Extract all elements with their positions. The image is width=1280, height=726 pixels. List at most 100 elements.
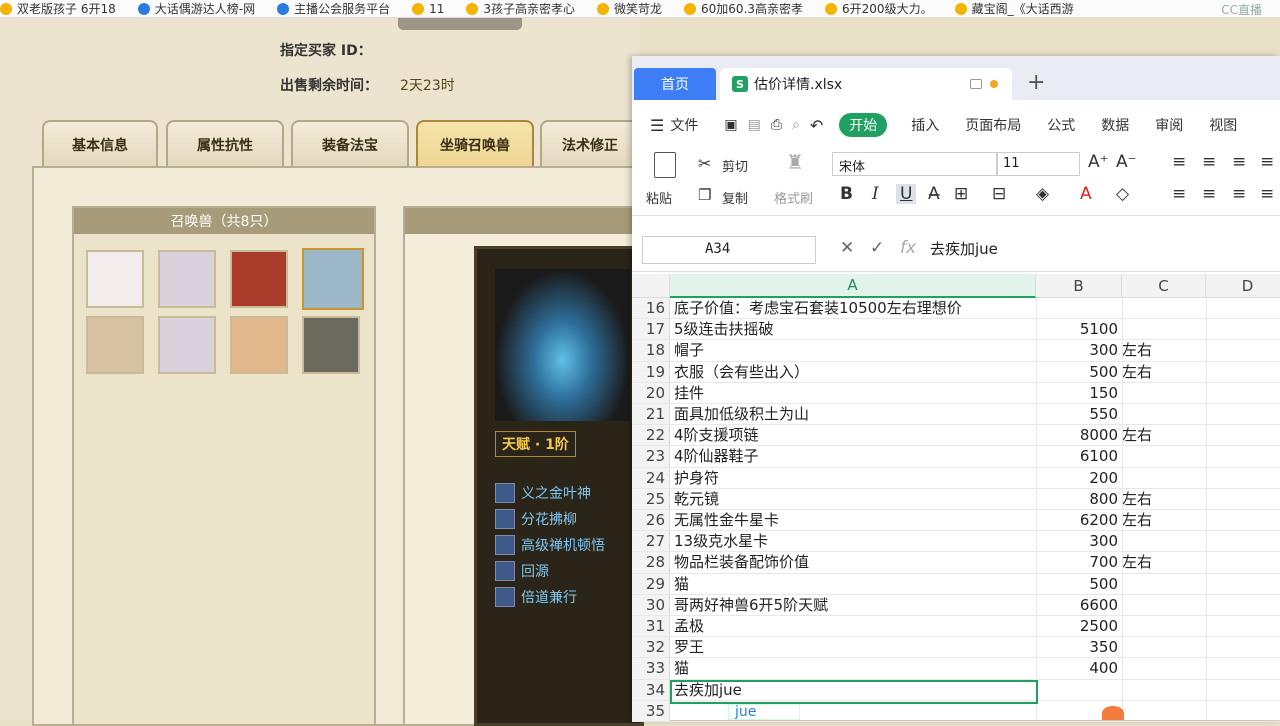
copy-button[interactable]: 复制	[722, 188, 748, 207]
fill-color-icon[interactable]: ◈	[1036, 184, 1049, 204]
cell-b[interactable]: 550	[1036, 404, 1118, 425]
skill-item[interactable]: 分花拂柳	[495, 509, 577, 529]
cell-b[interactable]: 6200	[1036, 510, 1118, 531]
export-icon[interactable]: ▤	[748, 117, 761, 133]
tab-attributes[interactable]: 属性抗性	[166, 120, 284, 168]
cell-a[interactable]: 5级连击扶摇破	[674, 319, 1034, 340]
cell-b[interactable]: 700	[1036, 552, 1118, 573]
row-number[interactable]: 28	[632, 552, 670, 573]
row-number[interactable]: 24	[632, 467, 670, 488]
row-number[interactable]: 19	[632, 361, 670, 382]
name-box[interactable]: A34	[642, 236, 816, 264]
decrease-font-icon[interactable]: A⁻	[1116, 152, 1137, 172]
align-middle-icon[interactable]: ≡	[1202, 152, 1216, 172]
column-header-a[interactable]: A	[670, 274, 1036, 298]
brush-icon[interactable]: ♜	[786, 150, 804, 174]
clipboard-icon[interactable]	[654, 152, 676, 178]
font-size-select[interactable]: 11	[996, 152, 1080, 176]
copy-icon[interactable]: ❐	[698, 186, 711, 204]
row-number[interactable]: 32	[632, 637, 670, 658]
row-number[interactable]: 23	[632, 446, 670, 467]
merge-icon[interactable]: ⊟	[992, 184, 1006, 204]
italic-icon[interactable]: I	[872, 184, 879, 204]
cell-b[interactable]: 300	[1036, 531, 1118, 552]
tab-mounts-summons[interactable]: 坐骑召唤兽	[416, 120, 534, 168]
font-select[interactable]: 宋体	[832, 152, 998, 176]
bookmark-item[interactable]: 11	[412, 2, 444, 16]
cell-b[interactable]: 400	[1036, 658, 1118, 679]
cell-a[interactable]: 护身符	[674, 468, 1034, 489]
pet-avatar[interactable]	[230, 250, 288, 308]
cell-b[interactable]: 6100	[1036, 446, 1118, 467]
font-color-icon[interactable]: A	[1080, 184, 1092, 204]
menu-start[interactable]: 开始	[839, 113, 888, 137]
cell-b[interactable]: 2500	[1036, 616, 1118, 637]
pet-avatar[interactable]	[158, 316, 216, 374]
align-top-icon[interactable]: ≡	[1172, 152, 1186, 172]
cell-b[interactable]: 8000	[1036, 425, 1118, 446]
row-number[interactable]: 27	[632, 531, 670, 552]
cell-a[interactable]: 底子价值：考虑宝石套装10500左右理想价	[674, 298, 1034, 319]
scissors-icon[interactable]: ✂	[698, 154, 711, 173]
clear-icon[interactable]: ◇	[1116, 184, 1129, 204]
cell-a[interactable]: 衣服（会有些出入）	[674, 362, 1034, 383]
row-number[interactable]: 20	[632, 382, 670, 403]
menu-view[interactable]: 视图	[1209, 115, 1237, 135]
cell-a[interactable]: 4阶仙器鞋子	[674, 446, 1034, 467]
pet-avatar[interactable]	[302, 316, 360, 374]
cell-a[interactable]: 帽子	[674, 340, 1034, 361]
bookmark-item[interactable]: 主播公会服务平台	[277, 0, 390, 17]
row-number[interactable]: 29	[632, 573, 670, 594]
strikethrough-icon[interactable]: A̶	[928, 184, 940, 204]
menu-review[interactable]: 审阅	[1155, 115, 1183, 135]
menu-data[interactable]: 数据	[1101, 115, 1129, 135]
skill-item[interactable]: 回源	[495, 561, 549, 581]
bookmark-item[interactable]: 藏宝阁_《大话西游	[954, 0, 1074, 17]
pet-avatar[interactable]	[158, 250, 216, 308]
align-bottom-icon[interactable]: ≡	[1232, 152, 1246, 172]
hamburger-icon[interactable]: ☰	[650, 116, 664, 135]
cancel-icon[interactable]: ✕	[840, 238, 854, 258]
undo-icon[interactable]: ↶	[810, 116, 823, 135]
confirm-icon[interactable]: ✓	[870, 238, 884, 258]
file-tab[interactable]: S 估价详情.xlsx	[720, 68, 1012, 100]
cell-c[interactable]: 左右	[1122, 489, 1204, 510]
column-header-c[interactable]: C	[1122, 274, 1206, 298]
row-number[interactable]: 17	[632, 319, 670, 340]
row-number[interactable]: 33	[632, 658, 670, 679]
sheet-grid[interactable]: A B C D 16 底子价值：考虑宝石套装10500左右理想价 17 5级连击扶摇破…	[632, 274, 1280, 722]
increase-font-icon[interactable]: A⁺	[1088, 152, 1109, 172]
cell-b[interactable]: 200	[1036, 468, 1118, 489]
row-number[interactable]: 18	[632, 340, 670, 361]
monitor-icon[interactable]	[970, 79, 982, 89]
row-number[interactable]: 22	[632, 425, 670, 446]
skill-item[interactable]: 高级禅机顿悟	[495, 535, 605, 555]
bookmark-item[interactable]: 微笑苛龙	[597, 0, 662, 17]
tab-spell-mods[interactable]: 法术修正	[540, 120, 640, 168]
cell-a[interactable]: 哥两好神兽6开5阶天赋	[674, 595, 1034, 616]
tab-equipment[interactable]: 装备法宝	[291, 120, 409, 168]
bookmark-item[interactable]: 60加60.3高亲密孝	[684, 0, 803, 17]
cell-c[interactable]: 左右	[1122, 552, 1204, 573]
cell-b[interactable]: 5100	[1036, 319, 1118, 340]
row-number[interactable]: 21	[632, 404, 670, 425]
cell-b[interactable]: 800	[1036, 489, 1118, 510]
cell-a[interactable]: 13级克水星卡	[674, 531, 1034, 552]
row-number[interactable]: 34	[632, 679, 670, 700]
align-left-icon[interactable]: ≡	[1172, 184, 1186, 204]
cell-a[interactable]: 猫	[674, 574, 1034, 595]
cell-a[interactable]: 孟极	[674, 616, 1034, 637]
tab-basic-info[interactable]: 基本信息	[42, 120, 158, 168]
cell-b[interactable]: 350	[1036, 637, 1118, 658]
column-header-b[interactable]: B	[1036, 274, 1122, 298]
pet-avatar[interactable]	[86, 316, 144, 374]
bookmark-item[interactable]: 6开200级大力。	[825, 0, 933, 17]
justify-icon[interactable]: ≡	[1260, 184, 1274, 204]
border-icon[interactable]: ⊞	[954, 184, 968, 204]
print-icon[interactable]: ⎙	[771, 117, 782, 133]
cell-a[interactable]: 物品栏装备配饰价值	[674, 552, 1034, 573]
cell-b[interactable]: 300	[1036, 340, 1118, 361]
row-number[interactable]: 30	[632, 594, 670, 615]
preview-icon[interactable]: ⌕	[792, 117, 800, 133]
skill-item[interactable]: 倍道兼行	[495, 587, 577, 607]
